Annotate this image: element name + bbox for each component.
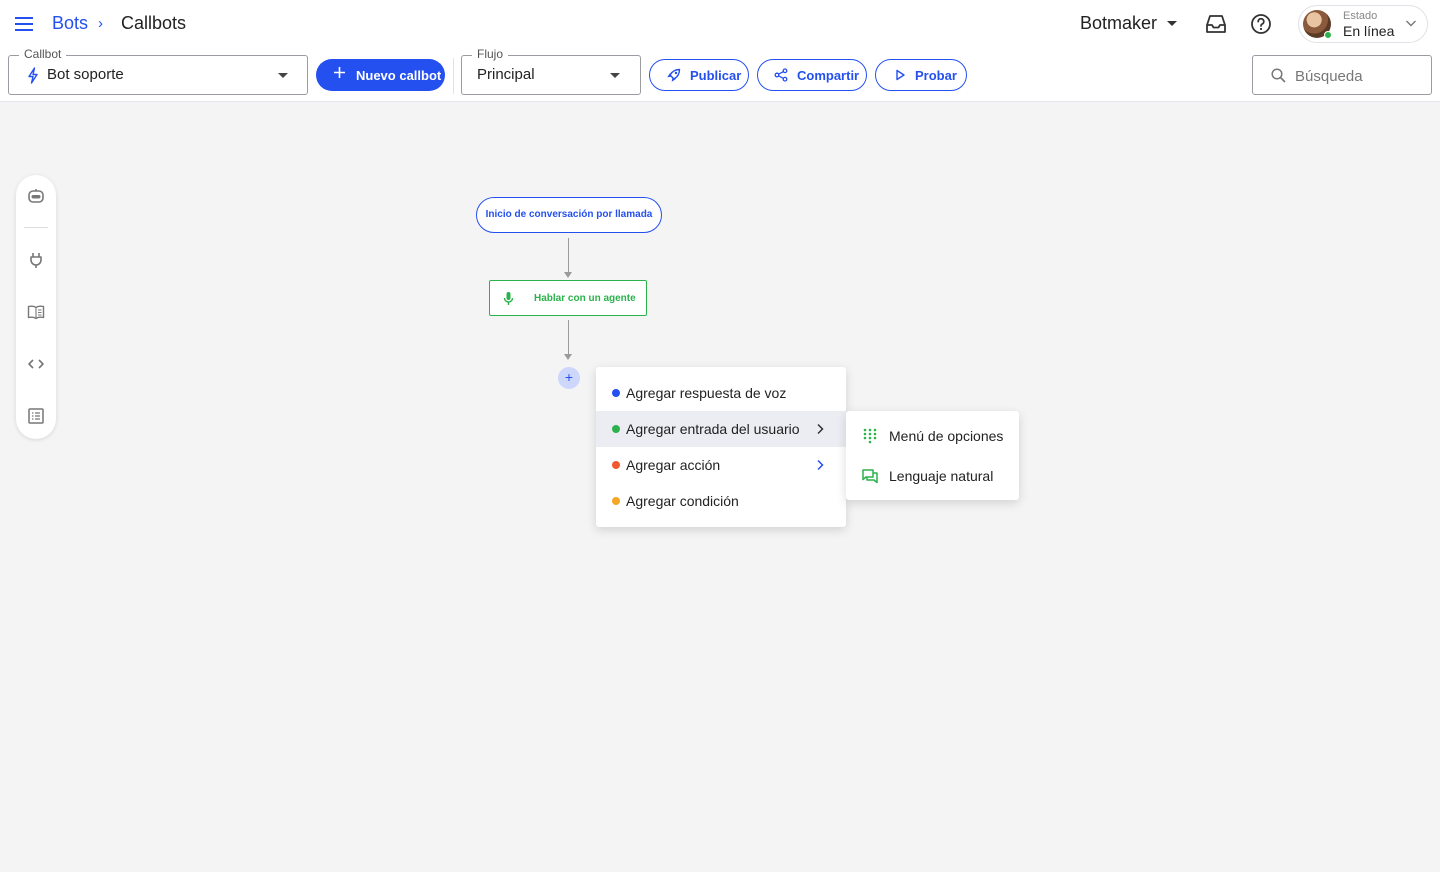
new-callbot-label: Nuevo callbot bbox=[356, 68, 442, 83]
add-node-menu: Agregar respuesta de voz Agregar entrada… bbox=[596, 367, 846, 527]
chevron-right-icon bbox=[817, 423, 824, 435]
help-icon[interactable] bbox=[1250, 13, 1272, 35]
menu-item-label: Agregar respuesta de voz bbox=[626, 385, 787, 401]
chat-icon bbox=[862, 469, 878, 484]
caret-down-icon bbox=[610, 73, 620, 78]
green-dot-icon bbox=[612, 425, 620, 433]
share-icon bbox=[774, 68, 788, 82]
page-title: Callbots bbox=[121, 13, 187, 33]
online-status-dot bbox=[1324, 31, 1332, 39]
submenu-item-label: Lenguaje natural bbox=[889, 468, 994, 484]
status-selector[interactable]: Estado En línea bbox=[1298, 5, 1428, 43]
menu-item-add-voice-response[interactable]: Agregar respuesta de voz bbox=[596, 375, 846, 411]
menu-item-label: Agregar condición bbox=[626, 493, 739, 509]
user-input-submenu: Menú de opciones Lenguaje natural bbox=[846, 411, 1019, 500]
flow-connector bbox=[568, 320, 569, 356]
code-icon[interactable] bbox=[27, 355, 45, 373]
search-box[interactable] bbox=[1252, 55, 1432, 95]
flow-select-value: Principal bbox=[477, 66, 535, 83]
share-label: Compartir bbox=[797, 68, 860, 83]
status-label: Estado bbox=[1343, 10, 1378, 22]
bolt-icon bbox=[28, 67, 38, 84]
breadcrumb-bots-link[interactable]: Bots bbox=[52, 13, 88, 34]
talk-to-agent-node[interactable]: Hablar con un agente bbox=[489, 280, 647, 316]
status-value: En línea bbox=[1343, 23, 1395, 39]
bot-icon[interactable] bbox=[27, 187, 45, 205]
publish-label: Publicar bbox=[690, 68, 742, 83]
flow-start-node[interactable]: Inicio de conversación por llamada bbox=[476, 197, 662, 233]
breadcrumb-separator: › bbox=[98, 15, 103, 32]
flow-connector bbox=[568, 238, 569, 274]
menu-item-add-condition[interactable]: Agregar condición bbox=[596, 483, 846, 519]
menu-item-label: Agregar entrada del usuario bbox=[626, 421, 800, 437]
plug-icon[interactable] bbox=[27, 251, 45, 269]
caret-down-icon bbox=[278, 73, 288, 78]
hamburger-menu-icon[interactable] bbox=[14, 14, 34, 34]
flow-select-label: Flujo bbox=[472, 47, 509, 61]
app-header: Bots › Callbots Botmaker Estado En línea… bbox=[0, 0, 1440, 102]
publish-button[interactable]: Publicar bbox=[649, 59, 749, 91]
caret-down-icon[interactable] bbox=[1167, 21, 1177, 26]
submenu-item-label: Menú de opciones bbox=[889, 428, 1004, 444]
side-toolbar bbox=[16, 175, 56, 439]
callbot-select-value: Bot soporte bbox=[47, 66, 124, 83]
talk-to-agent-label: Hablar con un agente bbox=[534, 293, 636, 304]
orange-dot-icon bbox=[612, 461, 620, 469]
org-selector[interactable]: Botmaker bbox=[1080, 13, 1157, 34]
flow-select[interactable]: Flujo Principal bbox=[461, 47, 641, 95]
blue-dot-icon bbox=[612, 389, 620, 397]
play-icon bbox=[896, 69, 905, 81]
test-label: Probar bbox=[915, 68, 957, 83]
test-button[interactable]: Probar bbox=[875, 59, 967, 91]
flow-arrowhead bbox=[564, 354, 572, 360]
chevron-down-icon bbox=[1406, 20, 1416, 27]
sidebar-divider bbox=[24, 227, 48, 228]
yellow-dot-icon bbox=[612, 497, 620, 505]
menu-item-add-user-input[interactable]: Agregar entrada del usuario bbox=[596, 411, 846, 447]
callbot-select[interactable]: Callbot Bot soporte bbox=[8, 47, 308, 95]
dialpad-icon bbox=[863, 428, 877, 444]
book-icon[interactable] bbox=[27, 303, 45, 321]
search-input[interactable] bbox=[1295, 65, 1423, 87]
rocket-icon bbox=[667, 68, 681, 82]
menu-item-label: Agregar acción bbox=[626, 457, 721, 473]
new-callbot-button[interactable]: Nuevo callbot bbox=[316, 59, 445, 91]
callbot-select-label: Callbot bbox=[19, 47, 67, 61]
toolbar-divider bbox=[453, 58, 454, 94]
menu-item-add-action[interactable]: Agregar acción bbox=[596, 447, 846, 483]
inbox-icon[interactable] bbox=[1205, 14, 1227, 34]
add-node-button[interactable]: + bbox=[558, 367, 580, 389]
list-icon[interactable] bbox=[27, 407, 45, 425]
share-button[interactable]: Compartir bbox=[757, 59, 867, 91]
submenu-item-options-menu[interactable]: Menú de opciones bbox=[846, 416, 1019, 456]
chevron-right-icon bbox=[817, 459, 824, 471]
submenu-item-natural-language[interactable]: Lenguaje natural bbox=[846, 456, 1019, 496]
plus-icon bbox=[334, 67, 345, 78]
flow-arrowhead bbox=[564, 272, 572, 278]
microphone-icon bbox=[503, 292, 514, 305]
search-icon bbox=[1271, 68, 1286, 83]
